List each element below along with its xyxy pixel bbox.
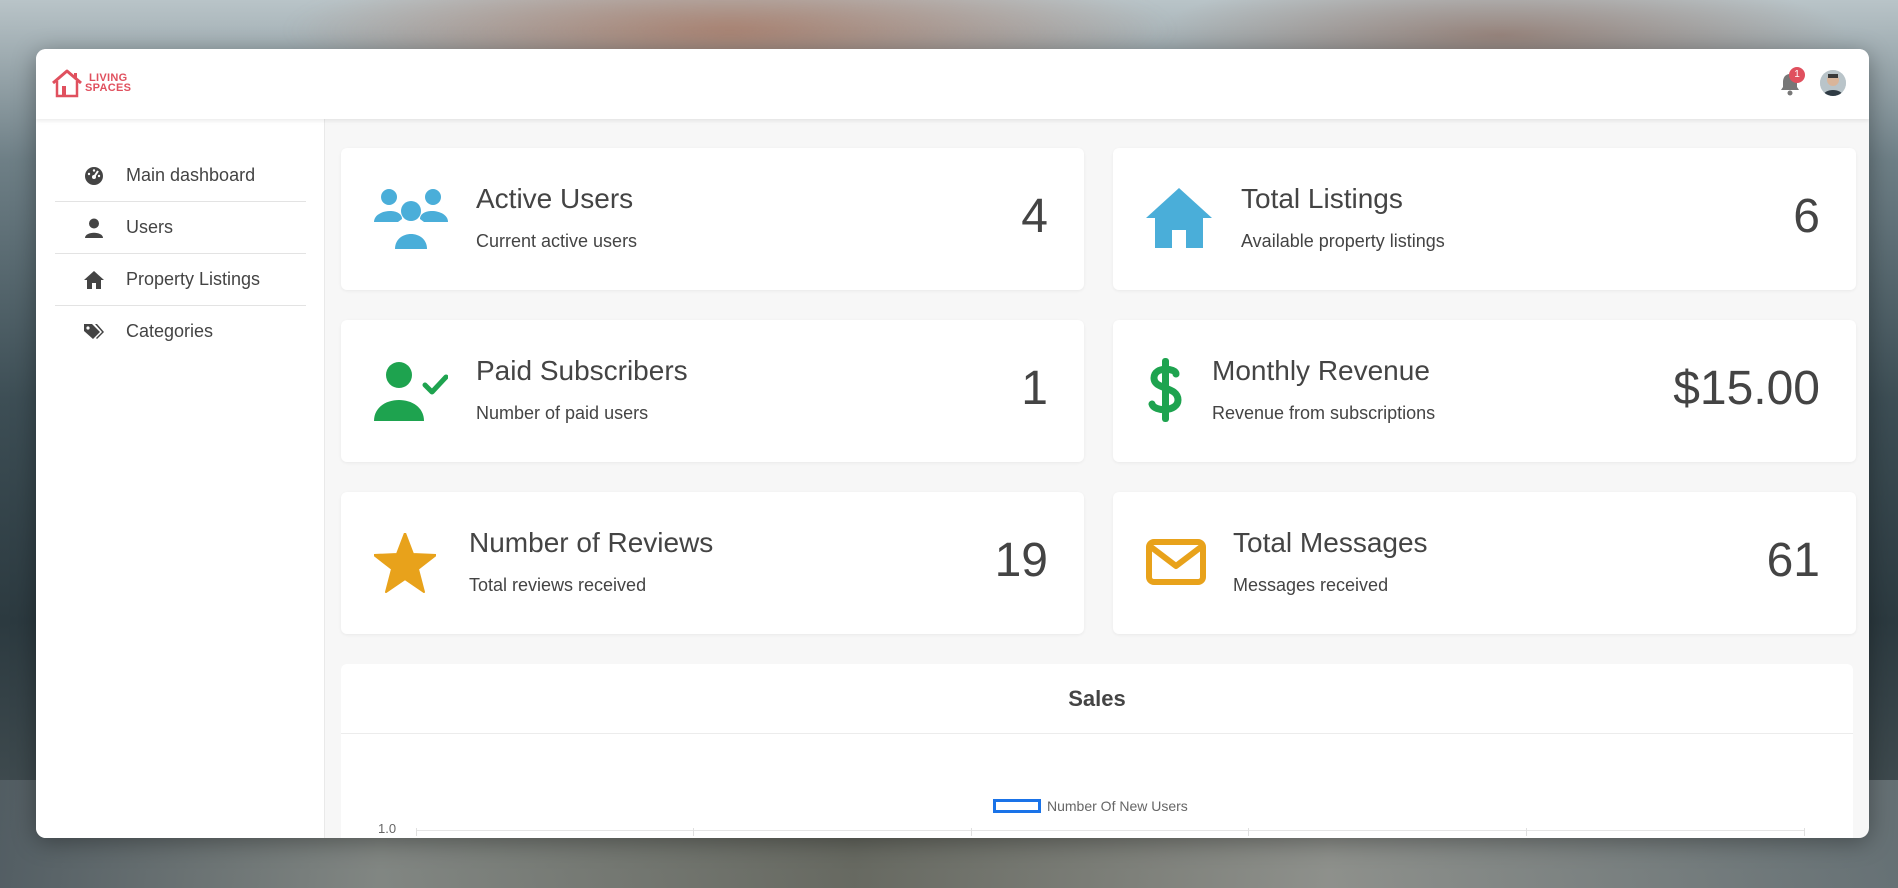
sidebar-item-main-dashboard[interactable]: Main dashboard	[55, 150, 306, 202]
reviews-card[interactable]: Number of Reviews Total reviews received…	[341, 492, 1084, 634]
sales-title: Sales	[341, 664, 1853, 734]
card-value: 6	[1793, 190, 1820, 243]
sales-panel: Sales Number Of New Users 1.0	[341, 664, 1853, 838]
card-title: Paid Subscribers	[476, 355, 688, 386]
card-title: Active Users	[476, 183, 634, 214]
messages-card[interactable]: Total Messages Messages received 61	[1113, 492, 1856, 634]
gauge-icon	[83, 165, 105, 187]
home-icon	[83, 269, 105, 291]
chart-tick	[1526, 828, 1527, 836]
app-logo[interactable]: LIVING SPACES	[50, 68, 131, 98]
card-subtitle: Total reviews received	[469, 575, 647, 595]
card-title: Monthly Revenue	[1212, 355, 1430, 386]
tags-icon	[83, 321, 105, 343]
chart-tick	[971, 828, 972, 836]
y-tick-label: 1.0	[378, 821, 397, 836]
card-subtitle: Messages received	[1233, 575, 1389, 595]
star-icon	[374, 533, 436, 593]
chart-legend[interactable]: Number Of New Users	[993, 798, 1188, 814]
card-value: 19	[994, 534, 1048, 587]
sidebar-nav: Main dashboard Users Property Listings C…	[55, 150, 306, 357]
sidebar-item-label: Property Listings	[126, 269, 261, 289]
card-value: $15.00	[1673, 362, 1820, 415]
sidebar-item-users[interactable]: Users	[55, 202, 306, 254]
envelope-icon	[1146, 539, 1206, 585]
dollar-icon	[1148, 358, 1182, 422]
card-value: 61	[1766, 534, 1820, 587]
users-group-icon	[374, 189, 448, 249]
sidebar-item-categories[interactable]: Categories	[55, 306, 306, 357]
active-users-card[interactable]: Active Users Current active users 4	[341, 148, 1084, 290]
logo-line-2: SPACES	[85, 82, 132, 94]
card-subtitle: Revenue from subscriptions	[1212, 403, 1436, 423]
avatar[interactable]	[1820, 70, 1846, 96]
sidebar-item-label: Categories	[126, 321, 214, 341]
avatar-image	[1820, 70, 1846, 96]
sidebar-item-label: Users	[126, 217, 174, 237]
logo-text: LIVING SPACES	[85, 73, 132, 94]
user-check-icon	[374, 362, 448, 421]
notification-badge: 1	[1789, 67, 1805, 83]
top-bar: LIVING SPACES 1	[36, 49, 1869, 119]
chart-tick	[1804, 828, 1805, 836]
card-title: Number of Reviews	[469, 527, 714, 558]
chart-tick	[1248, 828, 1249, 836]
house-logo-icon	[52, 69, 82, 98]
legend-label: Number Of New Users	[1047, 798, 1188, 814]
card-subtitle: Current active users	[476, 231, 638, 251]
card-value: 4	[1021, 190, 1048, 243]
sidebar-item-property-listings[interactable]: Property Listings	[55, 254, 306, 306]
card-title: Total Listings	[1241, 183, 1403, 214]
house-icon	[1146, 188, 1212, 248]
user-icon	[83, 217, 105, 239]
legend-swatch	[993, 799, 1041, 813]
chart-tick	[416, 828, 417, 836]
card-value: 1	[1021, 362, 1048, 415]
sidebar: Main dashboard Users Property Listings C…	[36, 119, 325, 838]
card-title: Total Messages	[1233, 527, 1428, 558]
monthly-revenue-card[interactable]: Monthly Revenue Revenue from subscriptio…	[1113, 320, 1856, 462]
paid-subscribers-card[interactable]: Paid Subscribers Number of paid users 1	[341, 320, 1084, 462]
chart-gridline	[416, 830, 1804, 831]
sidebar-item-label: Main dashboard	[126, 165, 256, 185]
total-listings-card[interactable]: Total Listings Available property listin…	[1113, 148, 1856, 290]
chart-tick	[693, 828, 694, 836]
app-window: LIVING SPACES 1 Main dashboard Users Pro…	[36, 49, 1869, 838]
card-subtitle: Available property listings	[1241, 231, 1445, 251]
card-subtitle: Number of paid users	[476, 403, 649, 423]
